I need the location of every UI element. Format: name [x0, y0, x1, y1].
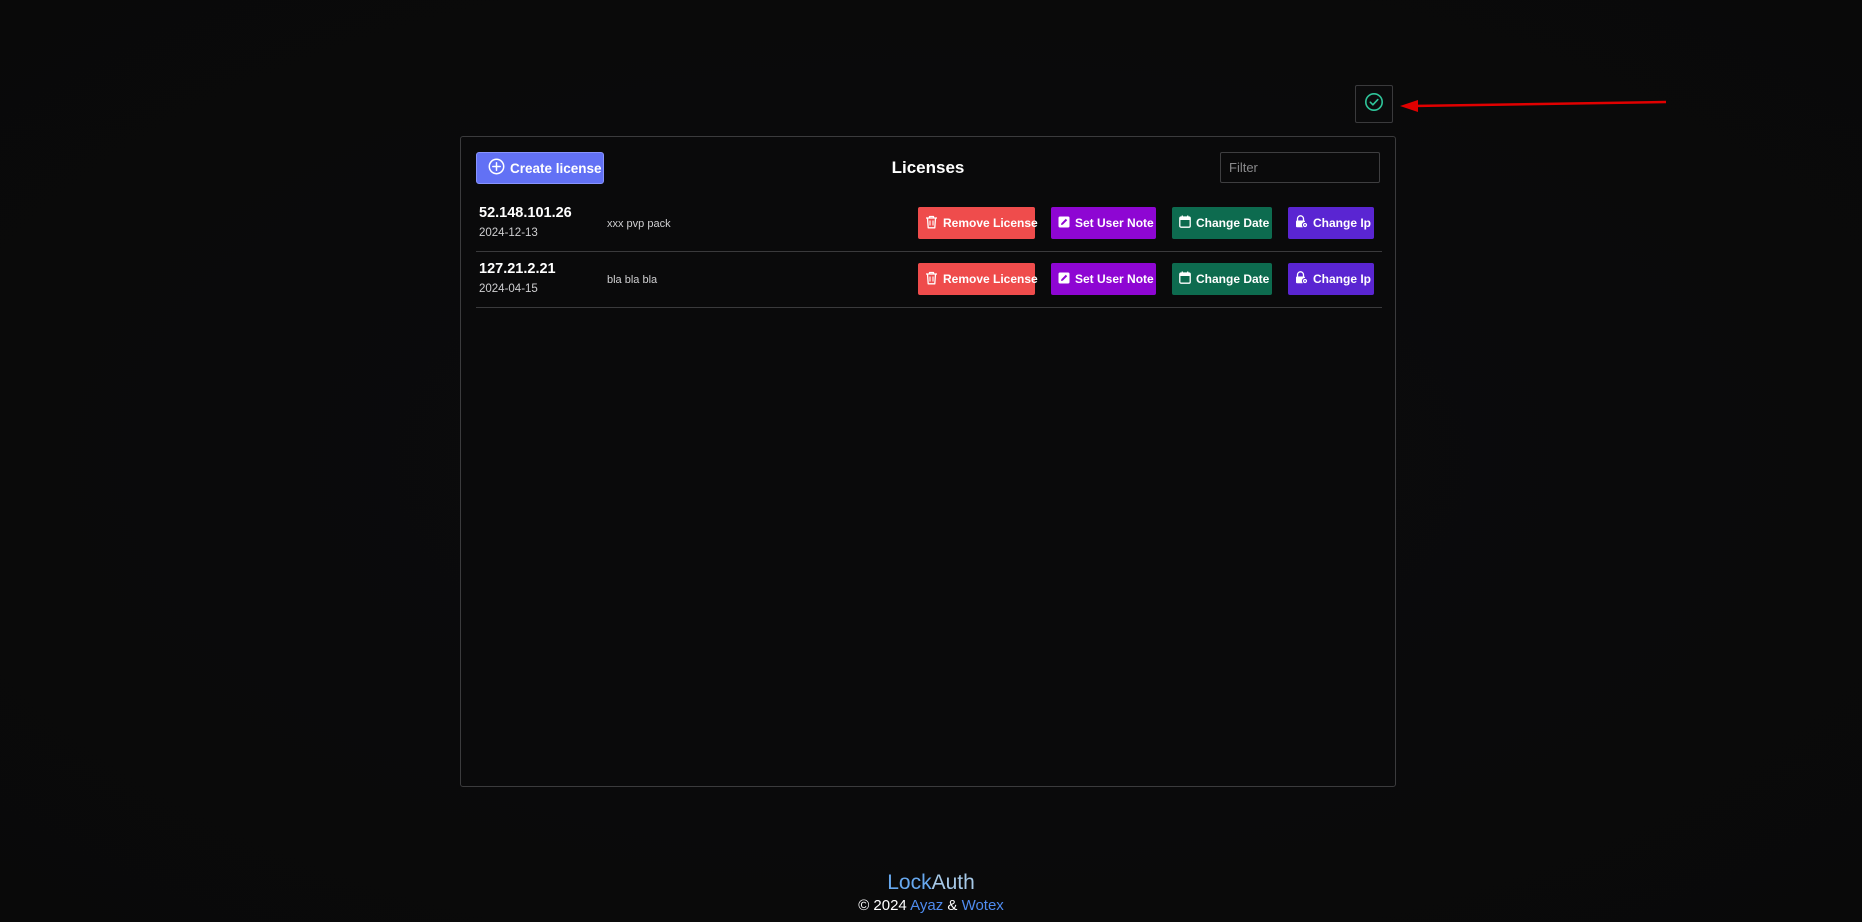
license-note: xxx pvp pack [607, 218, 671, 230]
licenses-panel: Create license Licenses 52.148.101.26 20… [460, 136, 1396, 787]
change-ip-button[interactable]: Change Ip [1288, 263, 1374, 295]
license-date: 2024-12-13 [479, 227, 538, 239]
change-date-button[interactable]: Change Date [1172, 207, 1272, 239]
change-date-label: Change Date [1196, 272, 1270, 286]
license-row: 127.21.2.21 2024-04-15 bla bla bla Remov… [476, 252, 1382, 308]
set-user-note-label: Set User Note [1075, 272, 1154, 286]
license-note: bla bla bla [607, 274, 658, 286]
trash-icon [925, 271, 938, 288]
license-list: 52.148.101.26 2024-12-13 xxx pvp pack Re… [476, 196, 1382, 308]
license-actions: Remove License Set User Note Change Date… [918, 263, 1374, 295]
license-ip: 127.21.2.21 [479, 261, 556, 277]
set-user-note-button[interactable]: Set User Note [1051, 263, 1156, 295]
remove-license-label: Remove License [943, 272, 1038, 286]
footer-brand: LockAuth [0, 869, 1862, 897]
remove-license-button[interactable]: Remove License [918, 207, 1038, 239]
remove-license-label: Remove License [943, 216, 1038, 230]
trash-icon [925, 215, 938, 232]
license-row: 52.148.101.26 2024-12-13 xxx pvp pack Re… [476, 196, 1382, 252]
change-ip-button[interactable]: Change Ip [1288, 207, 1374, 239]
brand-auth-text: Auth [931, 871, 975, 894]
set-user-note-label: Set User Note [1075, 216, 1154, 230]
set-user-note-button[interactable]: Set User Note [1051, 207, 1156, 239]
calendar-icon [1179, 215, 1191, 231]
copyright-text: © 2024 [858, 897, 907, 914]
license-actions: Remove License Set User Note Change Date… [918, 207, 1374, 239]
footer-credit: © 2024 Ayaz & Wotex [0, 897, 1862, 915]
lock-gear-icon [1295, 215, 1309, 231]
lock-gear-icon [1295, 271, 1309, 287]
change-date-label: Change Date [1196, 216, 1270, 230]
license-ip: 52.148.101.26 [479, 205, 572, 221]
remove-license-button[interactable]: Remove License [918, 263, 1038, 295]
status-check-button[interactable] [1355, 85, 1393, 123]
check-circle-icon [1364, 92, 1384, 117]
change-ip-label: Change Ip [1313, 216, 1372, 230]
change-date-button[interactable]: Change Date [1172, 263, 1272, 295]
author-link-wotex[interactable]: Wotex [962, 897, 1004, 914]
calendar-icon [1179, 271, 1191, 287]
author-link-ayaz[interactable]: Ayaz [910, 897, 943, 914]
footer: LockAuth © 2024 Ayaz & Wotex [0, 869, 1862, 915]
brand-lock-text: Lock [887, 871, 932, 894]
change-ip-label: Change Ip [1313, 272, 1372, 286]
filter-input[interactable] [1220, 152, 1380, 183]
license-date: 2024-04-15 [479, 283, 538, 295]
credit-separator: & [947, 897, 958, 914]
edit-note-icon [1058, 272, 1070, 287]
edit-note-icon [1058, 216, 1070, 231]
